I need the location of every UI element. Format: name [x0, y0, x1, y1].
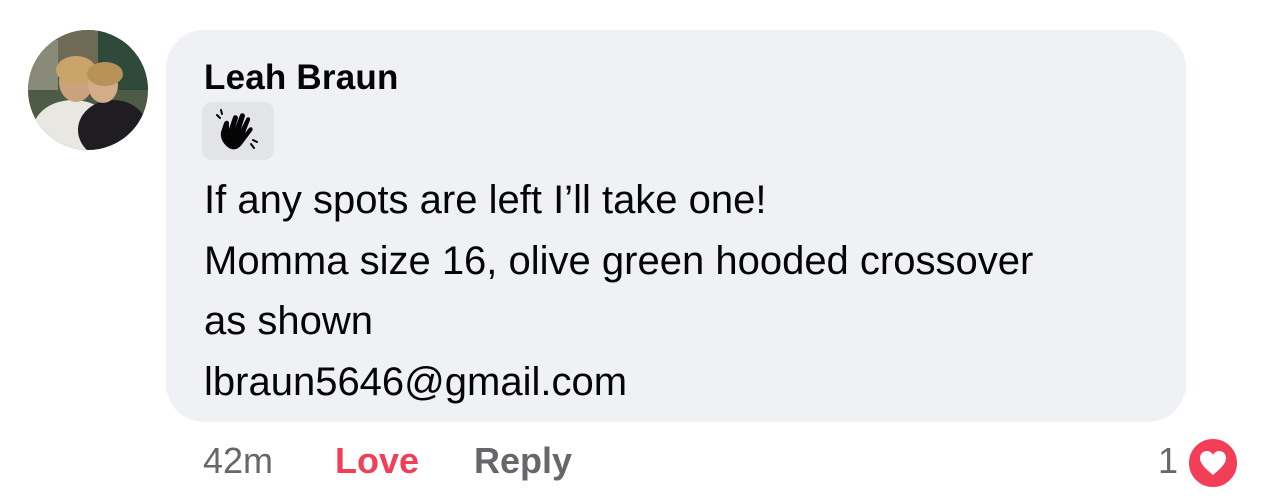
comment-line: as shown	[204, 299, 373, 343]
badge	[202, 102, 274, 160]
comment-author[interactable]: Leah Braun	[204, 58, 399, 98]
reply-button[interactable]: Reply	[474, 440, 572, 482]
timestamp[interactable]: 42m	[203, 440, 273, 482]
comment-actions: 42m Love Reply 1	[0, 436, 1276, 490]
avatar[interactable]	[28, 30, 148, 150]
heart-reaction-icon[interactable]	[1186, 436, 1240, 490]
comment-line: lbraun5646@gmail.com	[204, 359, 628, 404]
waving-hand-icon	[216, 109, 258, 150]
comment-text: If any spots are left I’ll take one! Mom…	[204, 170, 1174, 412]
comment-line: Momma size 16, olive green hooded crosso…	[204, 238, 1034, 283]
reaction-count[interactable]: 1	[1158, 440, 1178, 482]
comment-bubble: Leah Braun If any spots are left I’ll ta…	[166, 30, 1186, 422]
love-button[interactable]: Love	[335, 440, 419, 482]
comment-line: If any spots are left I’ll take one!	[204, 178, 767, 222]
